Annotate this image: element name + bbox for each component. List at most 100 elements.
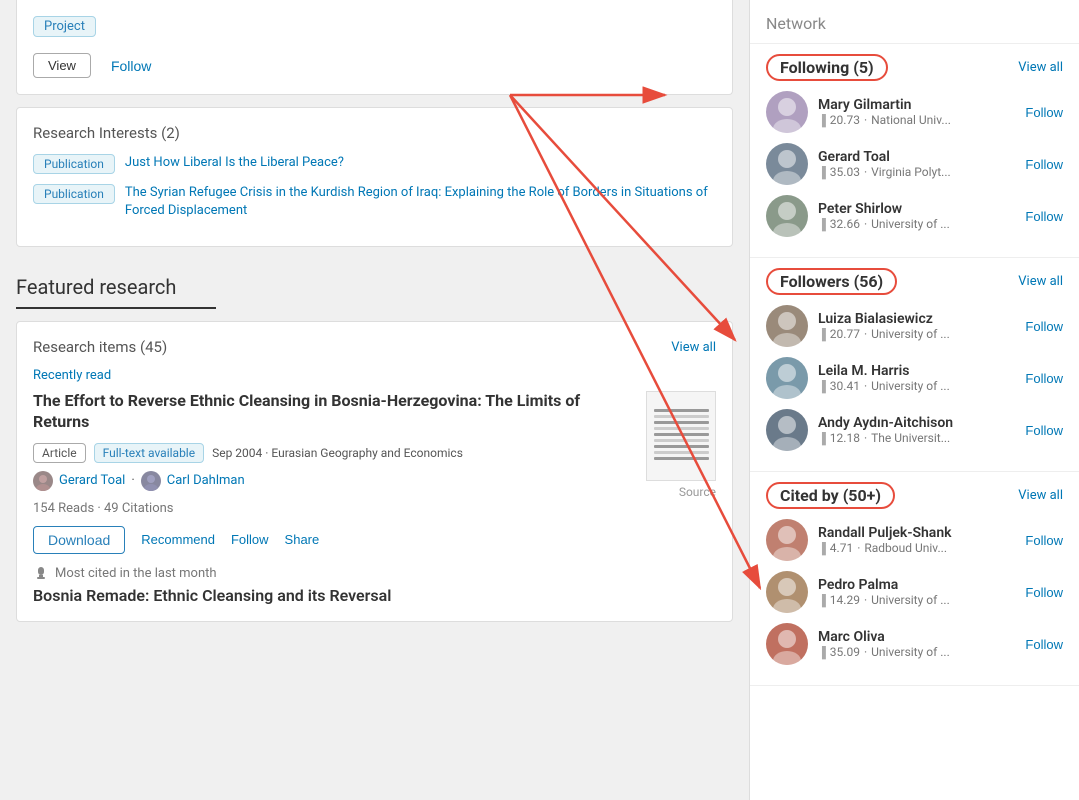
followers-list: Luiza Bialasiewicz ▐ 20.77 · University …: [766, 305, 1063, 451]
person-avatar: [766, 305, 808, 347]
cited-by-view-all[interactable]: View all: [1018, 488, 1063, 503]
person-row: Mary Gilmartin ▐ 20.73 · National Univ..…: [766, 91, 1063, 133]
followers-view-all[interactable]: View all: [1018, 274, 1063, 289]
person-info: Pedro Palma ▐ 14.29 · University of ...: [818, 577, 1015, 608]
follow-person-button[interactable]: Follow: [1025, 533, 1063, 548]
person-row: Pedro Palma ▐ 14.29 · University of ... …: [766, 571, 1063, 613]
share-button[interactable]: Share: [285, 532, 320, 547]
person-meta: ▐ 30.41 · University of ...: [818, 379, 1015, 393]
score-icon: ▐: [818, 328, 826, 341]
person-affiliation: University of ...: [871, 379, 950, 393]
publication-row-1: Publication Just How Liberal Is the Libe…: [33, 154, 716, 174]
article-thumbnail: [646, 391, 716, 481]
author-avatar-2: [141, 471, 161, 491]
person-score: 12.18: [830, 431, 860, 445]
author-name-1[interactable]: Gerard Toal: [59, 473, 125, 488]
person-name: Andy Aydın-Aitchison: [818, 415, 1015, 432]
follow-person-button[interactable]: Follow: [1025, 319, 1063, 334]
person-score: 30.41: [830, 379, 860, 393]
author-name-2[interactable]: Carl Dahlman: [167, 473, 245, 488]
publication-link-2[interactable]: The Syrian Refugee Crisis in the Kurdish…: [125, 184, 716, 220]
author-avatar-1: [33, 471, 53, 491]
person-avatar: [766, 623, 808, 665]
most-cited-row: Most cited in the last month: [33, 566, 716, 582]
person-info: Gerard Toal ▐ 35.03 · Virginia Polyt...: [818, 149, 1015, 180]
publication-badge-1: Publication: [33, 154, 115, 174]
person-name: Randall Puljek-Shank: [818, 525, 1015, 542]
person-meta: ▐ 12.18 · The Universit...: [818, 431, 1015, 445]
person-score: 4.71: [830, 541, 853, 555]
person-row: Leila M. Harris ▐ 30.41 · University of …: [766, 357, 1063, 399]
article-stats: 154 Reads · 49 Citations: [33, 501, 716, 516]
person-meta: ▐ 32.66 · University of ...: [818, 217, 1015, 231]
person-meta: ▐ 35.03 · Virginia Polyt...: [818, 165, 1015, 179]
view-all-link[interactable]: View all: [671, 340, 716, 355]
person-affiliation: National Univ...: [871, 113, 951, 127]
cited-by-label: Cited by (50+): [766, 482, 895, 509]
view-button[interactable]: View: [33, 53, 91, 78]
person-dot: ·: [864, 379, 867, 393]
follow-person-button[interactable]: Follow: [1025, 585, 1063, 600]
person-dot: ·: [864, 217, 867, 231]
person-score: 35.03: [830, 165, 860, 179]
publication-row-2: Publication The Syrian Refugee Crisis in…: [33, 184, 716, 220]
follow-person-button[interactable]: Follow: [1025, 209, 1063, 224]
follow-person-button[interactable]: Follow: [1025, 371, 1063, 386]
follow-person-button[interactable]: Follow: [1025, 423, 1063, 438]
following-section: Following (5) View all Mary Gilmartin ▐ …: [750, 44, 1079, 258]
person-score: 20.77: [830, 327, 860, 341]
person-row: Marc Oliva ▐ 35.09 · University of ... F…: [766, 623, 1063, 665]
download-button[interactable]: Download: [33, 526, 125, 554]
publication-link-1[interactable]: Just How Liberal Is the Liberal Peace?: [125, 154, 344, 172]
badge-article: Article: [33, 443, 86, 463]
person-meta: ▐ 20.73 · National Univ...: [818, 113, 1015, 127]
person-avatar: [766, 571, 808, 613]
follow-button-article[interactable]: Follow: [231, 532, 269, 547]
follow-person-button[interactable]: Follow: [1025, 105, 1063, 120]
follow-person-button[interactable]: Follow: [1025, 157, 1063, 172]
article-title: The Effort to Reverse Ethnic Cleansing i…: [33, 391, 634, 433]
person-row: Gerard Toal ▐ 35.03 · Virginia Polyt... …: [766, 143, 1063, 185]
person-info: Andy Aydın-Aitchison ▐ 12.18 · The Unive…: [818, 415, 1015, 446]
cited-list: Randall Puljek-Shank ▐ 4.71 · Radboud Un…: [766, 519, 1063, 665]
featured-divider: [16, 307, 216, 309]
person-score: 32.66: [830, 217, 860, 231]
person-info: Luiza Bialasiewicz ▐ 20.77 · University …: [818, 311, 1015, 342]
project-badge: Project: [33, 16, 96, 37]
follow-button-top[interactable]: Follow: [111, 58, 151, 74]
research-interests-title: Research Interests (2): [33, 124, 716, 142]
person-affiliation: University of ...: [871, 645, 950, 659]
date-journal: Sep 2004 · Eurasian Geography and Econom…: [212, 446, 463, 460]
author-separator: ·: [131, 473, 134, 488]
followers-section: Followers (56) View all Luiza Bialasiewi…: [750, 258, 1079, 472]
most-cited-label: Most cited in the last month: [55, 566, 217, 581]
score-icon: ▐: [818, 432, 826, 445]
person-score: 14.29: [830, 593, 860, 607]
person-avatar: [766, 195, 808, 237]
person-avatar: [766, 91, 808, 133]
person-dot: ·: [864, 113, 867, 127]
person-name: Peter Shirlow: [818, 201, 1015, 218]
badge-fulltext: Full-text available: [94, 443, 205, 463]
following-view-all[interactable]: View all: [1018, 60, 1063, 75]
person-info: Mary Gilmartin ▐ 20.73 · National Univ..…: [818, 97, 1015, 128]
person-avatar: [766, 519, 808, 561]
person-score: 20.73: [830, 113, 860, 127]
person-meta: ▐ 14.29 · University of ...: [818, 593, 1015, 607]
publication-badge-2: Publication: [33, 184, 115, 204]
person-row: Luiza Bialasiewicz ▐ 20.77 · University …: [766, 305, 1063, 347]
person-row: Randall Puljek-Shank ▐ 4.71 · Radboud Un…: [766, 519, 1063, 561]
person-affiliation: Virginia Polyt...: [871, 165, 951, 179]
follow-person-button[interactable]: Follow: [1025, 637, 1063, 652]
person-meta: ▐ 35.09 · University of ...: [818, 645, 1015, 659]
person-dot: ·: [864, 431, 867, 445]
person-affiliation: University of ...: [871, 593, 950, 607]
research-items-count: Research items (45): [33, 338, 167, 356]
person-dot: ·: [857, 541, 860, 555]
network-title: Network: [750, 0, 1079, 44]
person-info: Randall Puljek-Shank ▐ 4.71 · Radboud Un…: [818, 525, 1015, 556]
score-icon: ▐: [818, 542, 826, 555]
score-icon: ▐: [818, 218, 826, 231]
recommend-button[interactable]: Recommend: [141, 532, 215, 547]
score-icon: ▐: [818, 594, 826, 607]
